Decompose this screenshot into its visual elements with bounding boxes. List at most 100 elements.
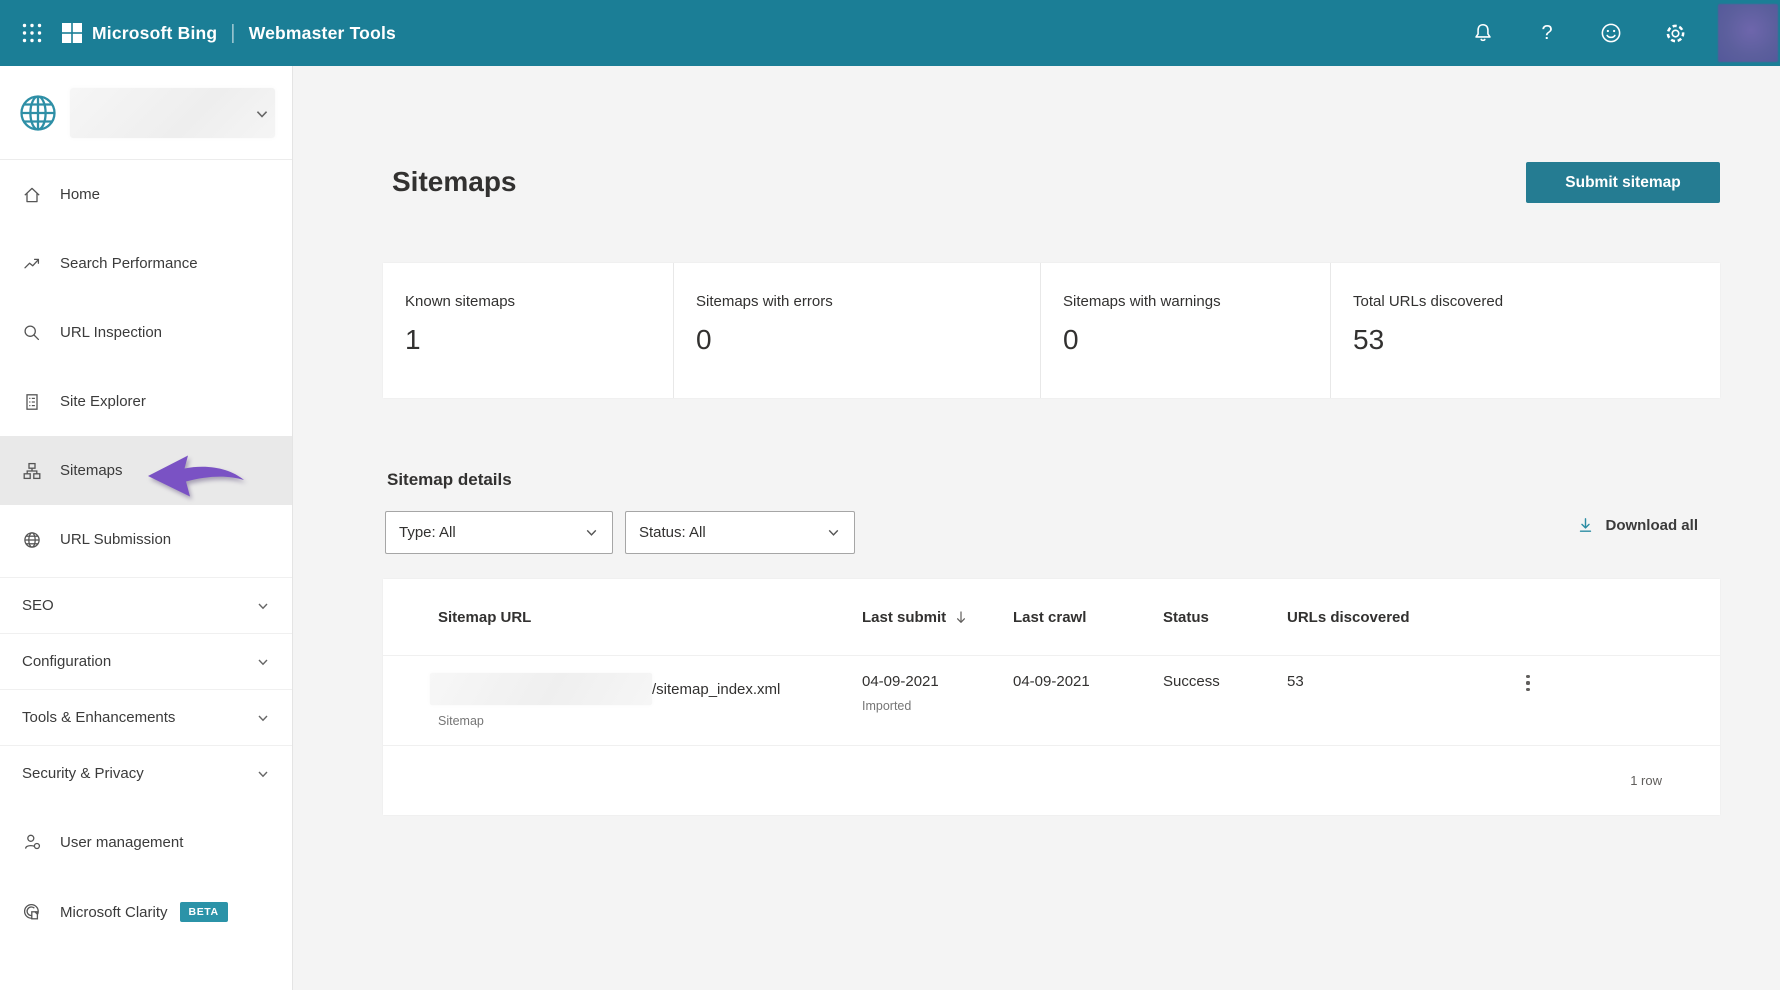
column-header-urls-discovered[interactable]: URLs discovered: [1287, 609, 1518, 626]
table-header-row: Sitemap URL Last submit Last crawl Statu…: [383, 579, 1720, 656]
cell-status: Success: [1163, 673, 1220, 690]
brand-title[interactable]: Microsoft Bing | Webmaster Tools: [92, 0, 396, 66]
chevron-down-icon: [258, 659, 268, 665]
chevron-down-icon: [586, 529, 597, 536]
column-header-sitemap-url[interactable]: Sitemap URL: [438, 609, 862, 626]
sidebar-item-label: Search Performance: [60, 255, 198, 272]
microsoft-logo-icon[interactable]: [62, 23, 82, 48]
sort-descending-icon: [957, 610, 966, 623]
smiley-icon: [1601, 23, 1621, 43]
trend-up-icon: [24, 258, 40, 268]
sitemap-stats-card: Known sitemaps 1 Sitemaps with errors 0 …: [383, 263, 1720, 398]
sidebar-item-microsoft-clarity[interactable]: Microsoft Clarity BETA: [0, 877, 292, 947]
help-button[interactable]: ?: [1534, 20, 1560, 46]
sidebar-item-label: Sitemaps: [60, 462, 123, 479]
page-title: Sitemaps: [392, 166, 517, 197]
sidebar-item-label: URL Submission: [60, 531, 172, 548]
clarity-icon: [23, 903, 39, 920]
sidebar-section-configuration[interactable]: Configuration: [0, 633, 292, 689]
sitemap-type-label: Sitemap: [438, 714, 484, 728]
row-count: 1 row: [1630, 773, 1662, 788]
chevron-down-icon: [258, 771, 268, 777]
stat-value: 0: [696, 324, 712, 355]
main-content: Sitemaps Submit sitemap Known sitemaps 1…: [293, 66, 1780, 990]
row-actions-kebab-menu[interactable]: [1518, 670, 1538, 696]
gear-icon: [1666, 24, 1684, 42]
chevron-down-icon: [256, 111, 268, 118]
sidebar-item-label: Microsoft Clarity: [60, 903, 168, 921]
type-filter-value: Type: All: [399, 524, 456, 541]
section-label: Tools & Enhancements: [22, 709, 176, 726]
stat-label: Total URLs discovered: [1353, 293, 1504, 310]
sidebar-item-label: Site Explorer: [60, 393, 146, 410]
cell-sitemap-url: /sitemap_index.xml Sitemap: [430, 656, 862, 745]
chevron-down-icon: [258, 603, 268, 609]
brand-name: Microsoft Bing: [92, 22, 218, 43]
download-all-button[interactable]: Download all: [1576, 516, 1698, 535]
bell-icon: [1475, 23, 1491, 42]
site-selector-dropdown[interactable]: [0, 66, 292, 160]
sidebar-item-sitemaps[interactable]: Sitemaps: [0, 436, 292, 505]
column-header-status[interactable]: Status: [1163, 609, 1287, 626]
submit-sitemap-button[interactable]: Submit sitemap: [1526, 162, 1720, 203]
stat-total-urls-discovered: Total URLs discovered 53: [1330, 263, 1720, 398]
status-filter-value: Status: All: [639, 524, 706, 541]
stat-label: Known sitemaps: [405, 293, 516, 310]
chevron-down-icon: [258, 715, 268, 721]
search-icon: [24, 324, 40, 340]
sidebar-item-url-inspection[interactable]: URL Inspection: [0, 298, 292, 367]
site-globe-icon: [20, 94, 56, 131]
user-management-icon: [24, 834, 41, 850]
sidebar-item-url-submission[interactable]: URL Submission: [0, 505, 292, 574]
column-header-last-crawl[interactable]: Last crawl: [1013, 609, 1163, 626]
bing-webmaster-tools-app: Microsoft Bing | Webmaster Tools ? Home …: [0, 0, 1780, 990]
waffle-icon: [22, 23, 42, 43]
section-label: Configuration: [22, 653, 112, 670]
sitemap-hierarchy-icon: [23, 462, 41, 479]
stat-known-sitemaps: Known sitemaps 1: [383, 263, 673, 398]
sidebar-section-tools-enhancements[interactable]: Tools & Enhancements: [0, 689, 292, 745]
site-name-redacted: [70, 87, 275, 138]
user-avatar[interactable]: [1718, 4, 1778, 62]
notifications-button[interactable]: [1470, 20, 1496, 46]
sidebar-section-security-privacy[interactable]: Security & Privacy: [0, 745, 292, 801]
home-icon: [24, 187, 40, 202]
feedback-button[interactable]: [1598, 20, 1624, 46]
top-header-bar: Microsoft Bing | Webmaster Tools ?: [0, 0, 1780, 66]
section-label: SEO: [22, 597, 54, 614]
chevron-down-icon: [828, 529, 839, 536]
sidebar-item-label: URL Inspection: [60, 324, 162, 341]
cell-last-crawl: 04-09-2021: [1013, 673, 1090, 690]
column-header-last-submit[interactable]: Last submit: [862, 609, 1013, 626]
stat-value: 53: [1353, 324, 1385, 355]
stat-sitemaps-with-warnings: Sitemaps with warnings 0: [1040, 263, 1330, 398]
cell-urls-discovered: 53: [1287, 673, 1304, 690]
sitemap-details-heading: Sitemap details: [387, 470, 512, 489]
table-row[interactable]: /sitemap_index.xml Sitemap 04-09-2021 Im…: [383, 656, 1720, 746]
stat-sitemaps-with-errors: Sitemaps with errors 0: [673, 263, 1040, 398]
document-list-icon: [26, 393, 38, 410]
last-submit-note: Imported: [862, 699, 912, 713]
sidebar-item-search-performance[interactable]: Search Performance: [0, 229, 292, 298]
url-domain-redacted: [430, 673, 652, 705]
beta-badge: BETA: [179, 902, 228, 922]
status-filter-dropdown[interactable]: Status: All: [625, 511, 855, 554]
section-label: Security & Privacy: [22, 765, 144, 782]
sidebar-item-label: Home: [60, 186, 101, 203]
last-submit-date: 04-09-2021: [862, 673, 939, 690]
sidebar-navigation: Home Search Performance URL Inspection S…: [0, 66, 293, 990]
app-launcher-waffle-icon[interactable]: [16, 17, 48, 49]
settings-button[interactable]: [1662, 20, 1688, 46]
sidebar-section-seo[interactable]: SEO: [0, 577, 292, 633]
cell-last-submit: 04-09-2021 Imported: [862, 656, 1013, 745]
sidebar-item-user-management[interactable]: User management: [0, 807, 292, 877]
brand-separator: |: [230, 21, 236, 44]
sidebar-item-home[interactable]: Home: [0, 160, 292, 229]
header-icon-group: ?: [1470, 0, 1688, 66]
help-icon: ?: [1541, 21, 1553, 44]
download-all-label: Download all: [1605, 517, 1698, 534]
sitemaps-table: Sitemap URL Last submit Last crawl Statu…: [383, 579, 1720, 815]
type-filter-dropdown[interactable]: Type: All: [385, 511, 613, 554]
download-icon: [1580, 518, 1592, 532]
sidebar-item-site-explorer[interactable]: Site Explorer: [0, 367, 292, 436]
